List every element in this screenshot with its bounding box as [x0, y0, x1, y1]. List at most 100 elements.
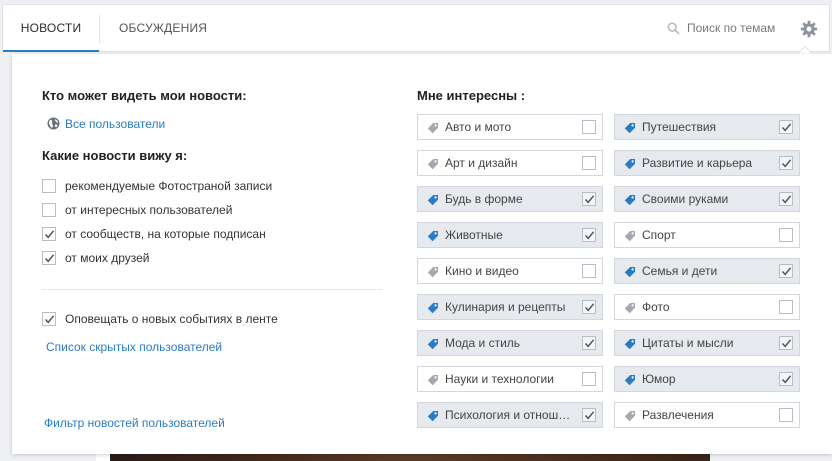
feed-option-recommended[interactable]: рекомендуемые Фотостраной записи: [42, 179, 342, 195]
interest-chip[interactable]: Арт и дизайн: [417, 150, 603, 176]
interest-chip[interactable]: Фото: [614, 294, 800, 320]
interest-chip[interactable]: Юмор: [614, 366, 800, 392]
hidden-users-link[interactable]: Список скрытых пользователей: [46, 340, 222, 354]
tag-icon: [624, 375, 635, 386]
check-icon: [584, 195, 595, 204]
interest-chip[interactable]: Кино и видео: [417, 258, 603, 284]
interest-chip[interactable]: Своими руками: [614, 186, 800, 212]
checkbox[interactable]: [42, 312, 56, 326]
interest-chip[interactable]: Развитие и карьера: [614, 150, 800, 176]
search-icon: [667, 22, 680, 35]
section-divider: [42, 289, 382, 290]
interest-label: Психология и отнош…: [445, 408, 571, 422]
checkbox[interactable]: [42, 203, 56, 217]
checkbox[interactable]: [582, 264, 596, 278]
tag-icon: [624, 411, 635, 422]
checkbox[interactable]: [582, 408, 596, 422]
top-tab-bar: НОВОСТИ ОБСУЖДЕНИЯ Поиск по темам: [2, 4, 830, 52]
checkbox[interactable]: [779, 228, 793, 242]
tag-icon: [624, 303, 635, 314]
check-icon: [584, 231, 595, 240]
dropdown-caret: [798, 47, 812, 54]
feed-option-interesting-users[interactable]: от интересных пользователей: [42, 203, 342, 219]
interest-label: Кино и видео: [445, 264, 519, 278]
feed-option-friends[interactable]: от моих друзей: [42, 251, 342, 267]
tag-icon: [427, 159, 438, 170]
checkbox[interactable]: [582, 300, 596, 314]
checkbox[interactable]: [42, 227, 56, 241]
user-news-filter-link[interactable]: Фильтр новостей пользователей: [44, 416, 225, 430]
tag-icon: [624, 159, 635, 170]
tag-icon: [624, 339, 635, 350]
interest-chip[interactable]: Путешествия: [614, 114, 800, 140]
checkbox[interactable]: [779, 156, 793, 170]
interest-label: Кулинария и рецепты: [445, 300, 566, 314]
topic-search[interactable]: Поиск по темам: [667, 5, 787, 52]
interest-chip[interactable]: Цитаты и мысли: [614, 330, 800, 356]
interest-label: Спорт: [642, 228, 676, 242]
interest-chip[interactable]: Спорт: [614, 222, 800, 248]
tag-icon: [427, 375, 438, 386]
interest-label: Будь в форме: [445, 192, 523, 206]
checkbox[interactable]: [779, 372, 793, 386]
check-icon: [584, 339, 595, 348]
interest-chip[interactable]: Психология и отнош…: [417, 402, 603, 428]
check-icon: [584, 411, 595, 420]
interest-chip[interactable]: Развлечения: [614, 402, 800, 428]
feed-photo: [110, 454, 710, 461]
checkbox[interactable]: [779, 300, 793, 314]
check-icon: [44, 254, 55, 263]
checkbox[interactable]: [582, 120, 596, 134]
tag-icon: [624, 231, 635, 242]
tab-news[interactable]: НОВОСТИ: [3, 5, 99, 52]
checkbox[interactable]: [779, 336, 793, 350]
tag-icon: [427, 195, 438, 206]
check-icon: [781, 339, 792, 348]
check-icon: [781, 375, 792, 384]
checkbox[interactable]: [779, 192, 793, 206]
check-icon: [44, 230, 55, 239]
tab-discussions[interactable]: ОБСУЖДЕНИЯ: [119, 5, 207, 52]
visibility-heading: Кто может видеть мои новости:: [42, 88, 247, 103]
check-icon: [781, 267, 792, 276]
notify-option[interactable]: Оповещать о новых событиях в ленте: [42, 312, 362, 328]
interest-label: Семья и дети: [642, 264, 718, 278]
checkbox[interactable]: [779, 408, 793, 422]
tag-icon: [427, 339, 438, 350]
interest-label: Цитаты и мысли: [642, 336, 734, 350]
interest-label: Арт и дизайн: [445, 156, 518, 170]
interest-chip[interactable]: Мода и стиль: [417, 330, 603, 356]
interest-chip[interactable]: Животные: [417, 222, 603, 248]
checkbox[interactable]: [582, 336, 596, 350]
interest-chip[interactable]: Авто и мото: [417, 114, 603, 140]
checkbox[interactable]: [779, 264, 793, 278]
interest-label: Развлечения: [642, 408, 714, 422]
interest-label: Своими руками: [642, 192, 729, 206]
interest-label: Авто и мото: [445, 120, 512, 134]
check-icon: [781, 195, 792, 204]
tag-icon: [427, 267, 438, 278]
checkbox[interactable]: [582, 228, 596, 242]
checkbox[interactable]: [42, 179, 56, 193]
tag-icon: [427, 411, 438, 422]
checkbox[interactable]: [582, 372, 596, 386]
interest-chip[interactable]: Семья и дети: [614, 258, 800, 284]
interest-label: Животные: [445, 228, 503, 242]
checkbox[interactable]: [779, 120, 793, 134]
interest-label: Фото: [642, 300, 670, 314]
tag-icon: [427, 123, 438, 134]
visibility-select[interactable]: Все пользователи: [65, 117, 165, 131]
interest-chip[interactable]: Науки и технологии: [417, 366, 603, 392]
interest-chip[interactable]: Кулинария и рецепты: [417, 294, 603, 320]
gear-icon[interactable]: [800, 20, 818, 38]
interest-label: Науки и технологии: [445, 372, 554, 386]
checkbox[interactable]: [582, 192, 596, 206]
tag-icon: [427, 303, 438, 314]
interest-chip[interactable]: Будь в форме: [417, 186, 603, 212]
check-icon: [44, 315, 55, 324]
checkbox[interactable]: [582, 156, 596, 170]
checkbox[interactable]: [42, 251, 56, 265]
check-icon: [584, 303, 595, 312]
check-icon: [781, 159, 792, 168]
feed-option-communities[interactable]: от сообществ, на которые подписан: [42, 227, 342, 243]
